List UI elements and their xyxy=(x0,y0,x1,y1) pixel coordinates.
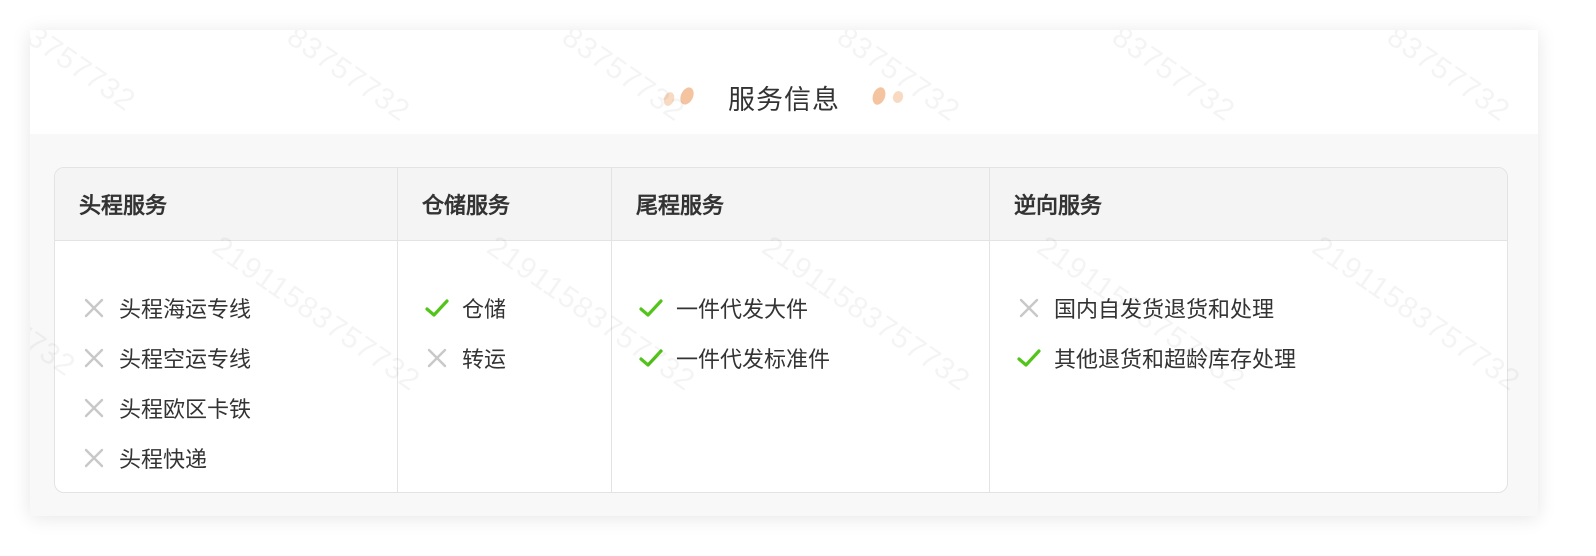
check-icon xyxy=(425,299,449,317)
check-icon xyxy=(639,349,663,367)
service-item: 其他退货和超龄库存处理 xyxy=(1016,333,1507,383)
check-icon xyxy=(1017,349,1041,367)
service-item-label: 头程海运专线 xyxy=(119,298,252,323)
service-info-card: 服务信息 头程服务 头程海运专线 头程空运专线 头程欧区卡铁 头程快递 仓储服务… xyxy=(30,30,1538,516)
service-item: 头程快递 xyxy=(81,433,397,483)
service-item-label: 仓储 xyxy=(462,298,507,323)
card-header: 服务信息 xyxy=(30,30,1538,134)
column-body: 一件代发大件 一件代发标准件 xyxy=(612,241,989,383)
column-reverse: 逆向服务 国内自发货退货和处理 其他退货和超龄库存处理 xyxy=(990,168,1507,492)
column-body: 头程海运专线 头程空运专线 头程欧区卡铁 头程快递 xyxy=(55,241,397,483)
service-item: 头程海运专线 xyxy=(81,283,397,333)
services-table: 头程服务 头程海运专线 头程空运专线 头程欧区卡铁 头程快递 仓储服务 仓储 转… xyxy=(54,167,1508,493)
cross-icon xyxy=(84,448,104,468)
column-first-leg: 头程服务 头程海运专线 头程空运专线 头程欧区卡铁 头程快递 xyxy=(55,168,398,492)
column-body: 国内自发货退货和处理 其他退货和超龄库存处理 xyxy=(990,241,1507,383)
cross-icon xyxy=(1019,298,1039,318)
service-item-label: 头程欧区卡铁 xyxy=(119,398,252,423)
service-item-label: 头程快递 xyxy=(119,448,208,473)
check-icon xyxy=(639,299,663,317)
service-item: 一件代发标准件 xyxy=(638,333,989,383)
decoration-right-icon xyxy=(872,87,904,105)
column-last-leg: 尾程服务 一件代发大件 一件代发标准件 xyxy=(612,168,990,492)
cross-icon xyxy=(84,298,104,318)
cross-icon xyxy=(84,348,104,368)
cross-icon xyxy=(427,348,447,368)
service-item-label: 一件代发大件 xyxy=(676,298,809,323)
service-item: 国内自发货退货和处理 xyxy=(1016,283,1507,333)
column-header: 逆向服务 xyxy=(990,168,1507,241)
section-title-wrap: 服务信息 xyxy=(658,78,910,117)
service-item-label: 国内自发货退货和处理 xyxy=(1054,298,1275,323)
service-item-label: 一件代发标准件 xyxy=(676,348,831,373)
cross-icon xyxy=(84,398,104,418)
column-header: 头程服务 xyxy=(55,168,397,241)
column-warehousing: 仓储服务 仓储 转运 xyxy=(398,168,612,492)
service-item: 仓储 xyxy=(424,283,611,333)
column-header: 尾程服务 xyxy=(612,168,989,241)
section-title: 服务信息 xyxy=(728,84,840,116)
decoration-left-icon xyxy=(663,87,694,106)
service-item: 转运 xyxy=(424,333,611,383)
column-body: 仓储 转运 xyxy=(398,241,611,383)
service-item-label: 转运 xyxy=(462,348,507,373)
column-header: 仓储服务 xyxy=(398,168,611,241)
service-item-label: 其他退货和超龄库存处理 xyxy=(1054,348,1297,373)
service-item-label: 头程空运专线 xyxy=(119,348,252,373)
service-item: 头程空运专线 xyxy=(81,333,397,383)
service-item: 头程欧区卡铁 xyxy=(81,383,397,433)
service-item: 一件代发大件 xyxy=(638,283,989,333)
